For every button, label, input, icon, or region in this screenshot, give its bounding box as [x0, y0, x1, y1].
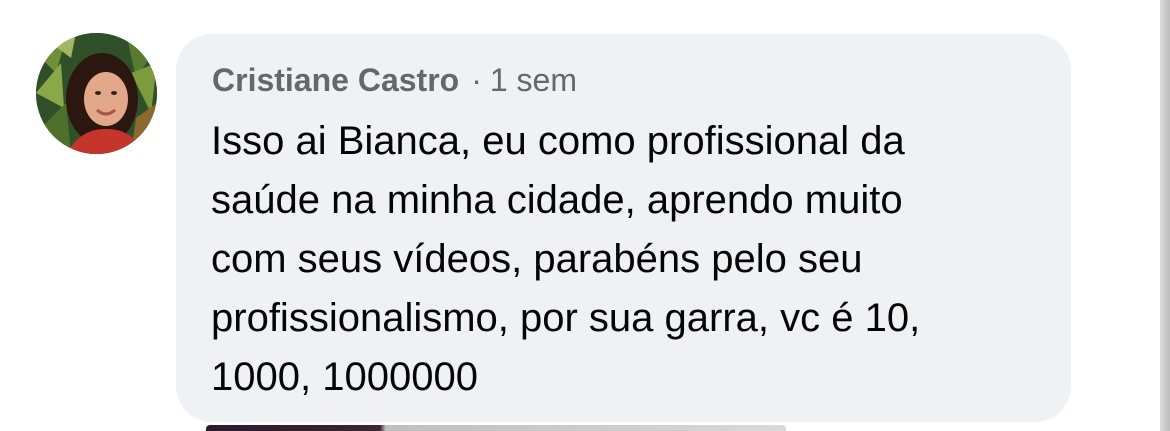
- avatar-photo-icon: [36, 33, 157, 154]
- comment-timestamp[interactable]: 1 sem: [490, 62, 577, 99]
- comment-bubble: Cristiane Castro · 1 sem Isso ai Bianca,…: [176, 34, 1071, 422]
- page-edge-divider: [1160, 0, 1170, 431]
- comment-thread: Cristiane Castro · 1 sem Isso ai Bianca,…: [0, 0, 1170, 431]
- comment-text: Isso ai Bianca, eu como profissional da …: [211, 119, 921, 399]
- comment-header: Cristiane Castro · 1 sem: [212, 62, 577, 99]
- next-comment-peek: [206, 425, 786, 431]
- author-avatar[interactable]: [36, 33, 157, 154]
- meta-separator: ·: [471, 62, 482, 98]
- author-name-link[interactable]: Cristiane Castro: [212, 62, 459, 99]
